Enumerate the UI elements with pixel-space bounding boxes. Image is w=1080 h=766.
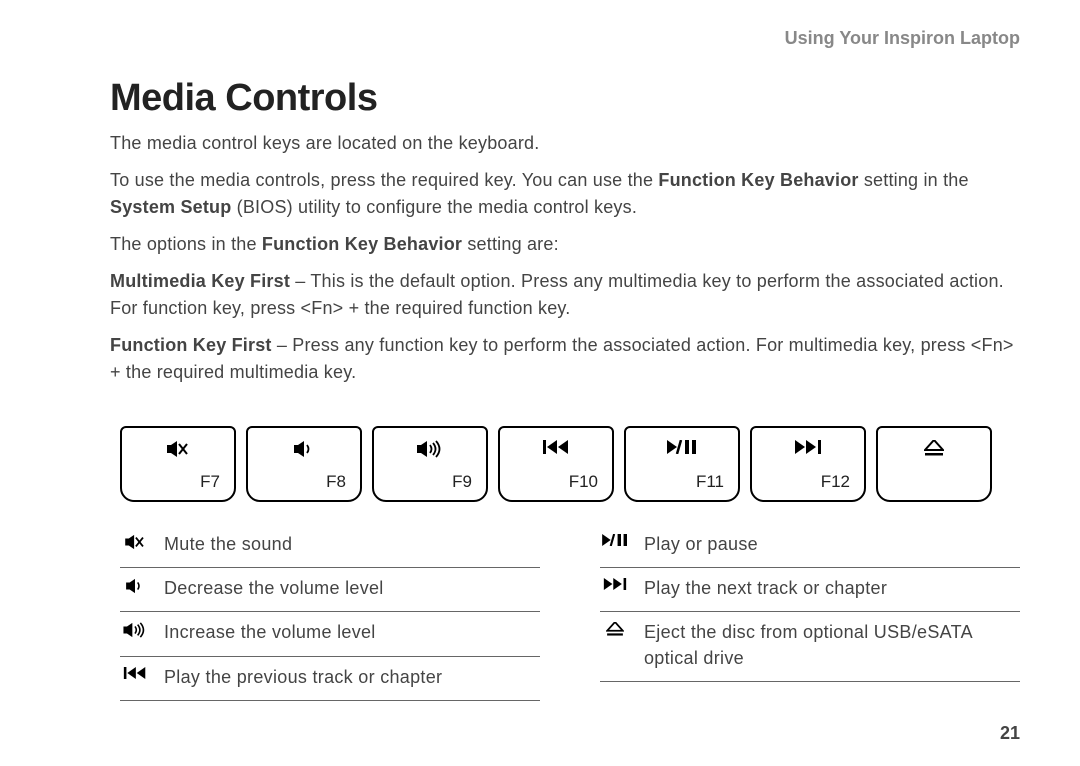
legend-row-next: Play the next track or chapter xyxy=(600,568,1020,612)
previous-track-icon xyxy=(543,440,569,454)
eject-icon xyxy=(924,440,944,456)
legend-text: Eject the disc from optional USB/eSATA o… xyxy=(644,620,1020,670)
section-header: Using Your Inspiron Laptop xyxy=(110,28,1020,49)
keyboard-key-eject xyxy=(876,426,992,502)
legend-text: Play or pause xyxy=(644,532,1020,557)
eject-icon xyxy=(606,622,624,636)
term-system-setup: System Setup xyxy=(110,197,231,217)
play-pause-icon xyxy=(601,534,629,546)
keyboard-key-f11: F11 xyxy=(624,426,740,502)
legend-text: Play the next track or chapter xyxy=(644,576,1020,601)
legend-row-eject: Eject the disc from optional USB/eSATA o… xyxy=(600,612,1020,681)
text: setting in the xyxy=(859,170,969,190)
keyboard-key-f12: F12 xyxy=(750,426,866,502)
play-pause-icon xyxy=(667,440,697,454)
page-title: Media Controls xyxy=(110,77,1020,120)
keyboard-keys-row: F7 F8 F9 F10 F11 xyxy=(120,426,1020,502)
legend-row-playpause: Play or pause xyxy=(600,524,1020,568)
option-multimedia-first: Multimedia Key First – This is the defau… xyxy=(110,268,1020,322)
legend-row-mute: Mute the sound xyxy=(120,524,540,568)
key-fn-label: F9 xyxy=(452,472,472,492)
legend-text: Mute the sound xyxy=(164,532,540,557)
legend-row-volup: Increase the volume level xyxy=(120,612,540,656)
keyboard-key-f10: F10 xyxy=(498,426,614,502)
page-number: 21 xyxy=(1000,723,1020,744)
mute-icon xyxy=(166,440,190,458)
keyboard-key-f8: F8 xyxy=(246,426,362,502)
key-fn-label: F8 xyxy=(326,472,346,492)
legend-row-voldown: Decrease the volume level xyxy=(120,568,540,612)
legend-col-right: Play or pause Play the next track or cha… xyxy=(600,524,1020,701)
text: The options in the xyxy=(110,234,262,254)
key-fn-label: F7 xyxy=(200,472,220,492)
legend-row-prev: Play the previous track or chapter xyxy=(120,657,540,701)
legend: Mute the sound Decrease the volume level… xyxy=(120,524,1020,701)
term-function-key-behavior: Function Key Behavior xyxy=(658,170,858,190)
term-function-key-behavior: Function Key Behavior xyxy=(262,234,462,254)
term-multimedia-key-first: Multimedia Key First xyxy=(110,271,290,291)
next-track-icon xyxy=(603,578,627,590)
volume-up-icon xyxy=(122,622,148,638)
intro-para-1: The media control keys are located on th… xyxy=(110,130,1020,157)
mute-icon xyxy=(124,534,146,550)
volume-up-icon xyxy=(416,440,444,458)
legend-text: Play the previous track or chapter xyxy=(164,665,540,690)
key-fn-label: F12 xyxy=(821,472,850,492)
previous-track-icon xyxy=(123,667,147,679)
legend-text: Increase the volume level xyxy=(164,620,540,645)
volume-down-icon xyxy=(293,440,315,458)
key-fn-label: F11 xyxy=(696,472,724,492)
keyboard-key-f7: F7 xyxy=(120,426,236,502)
term-function-key-first: Function Key First xyxy=(110,335,272,355)
legend-col-left: Mute the sound Decrease the volume level… xyxy=(120,524,540,701)
next-track-icon xyxy=(795,440,821,454)
keyboard-key-f9: F9 xyxy=(372,426,488,502)
intro-para-2: To use the media controls, press the req… xyxy=(110,167,1020,221)
text: To use the media controls, press the req… xyxy=(110,170,658,190)
volume-down-icon xyxy=(125,578,145,594)
options-intro: The options in the Function Key Behavior… xyxy=(110,231,1020,258)
key-fn-label: F10 xyxy=(569,472,598,492)
text: (BIOS) utility to configure the media co… xyxy=(231,197,637,217)
text: setting are: xyxy=(462,234,559,254)
option-function-first: Function Key First – Press any function … xyxy=(110,332,1020,386)
legend-text: Decrease the volume level xyxy=(164,576,540,601)
